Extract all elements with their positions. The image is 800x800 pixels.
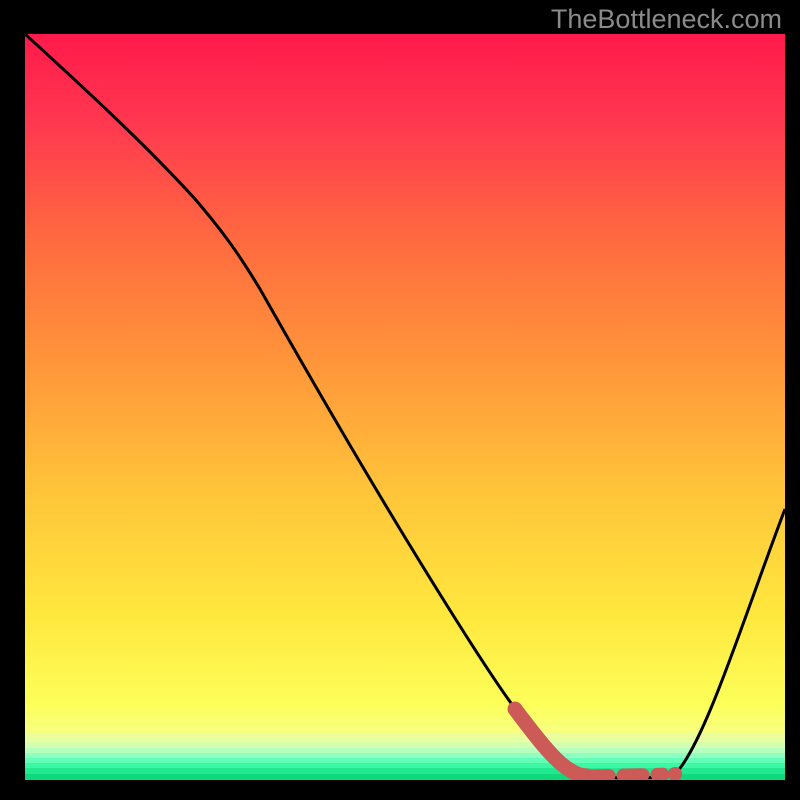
chart-svg <box>25 34 785 780</box>
stripe <box>25 734 785 742</box>
stripe <box>25 758 785 763</box>
stripe <box>25 748 785 753</box>
plot-area <box>25 34 785 780</box>
chart-frame: TheBottleneck.com <box>0 0 800 800</box>
gradient-background <box>25 34 785 780</box>
stripe <box>25 753 785 758</box>
stripe <box>25 763 785 768</box>
stripe <box>25 742 785 748</box>
highlight-dashed <box>587 774 675 776</box>
watermark-text: TheBottleneck.com <box>551 4 782 35</box>
